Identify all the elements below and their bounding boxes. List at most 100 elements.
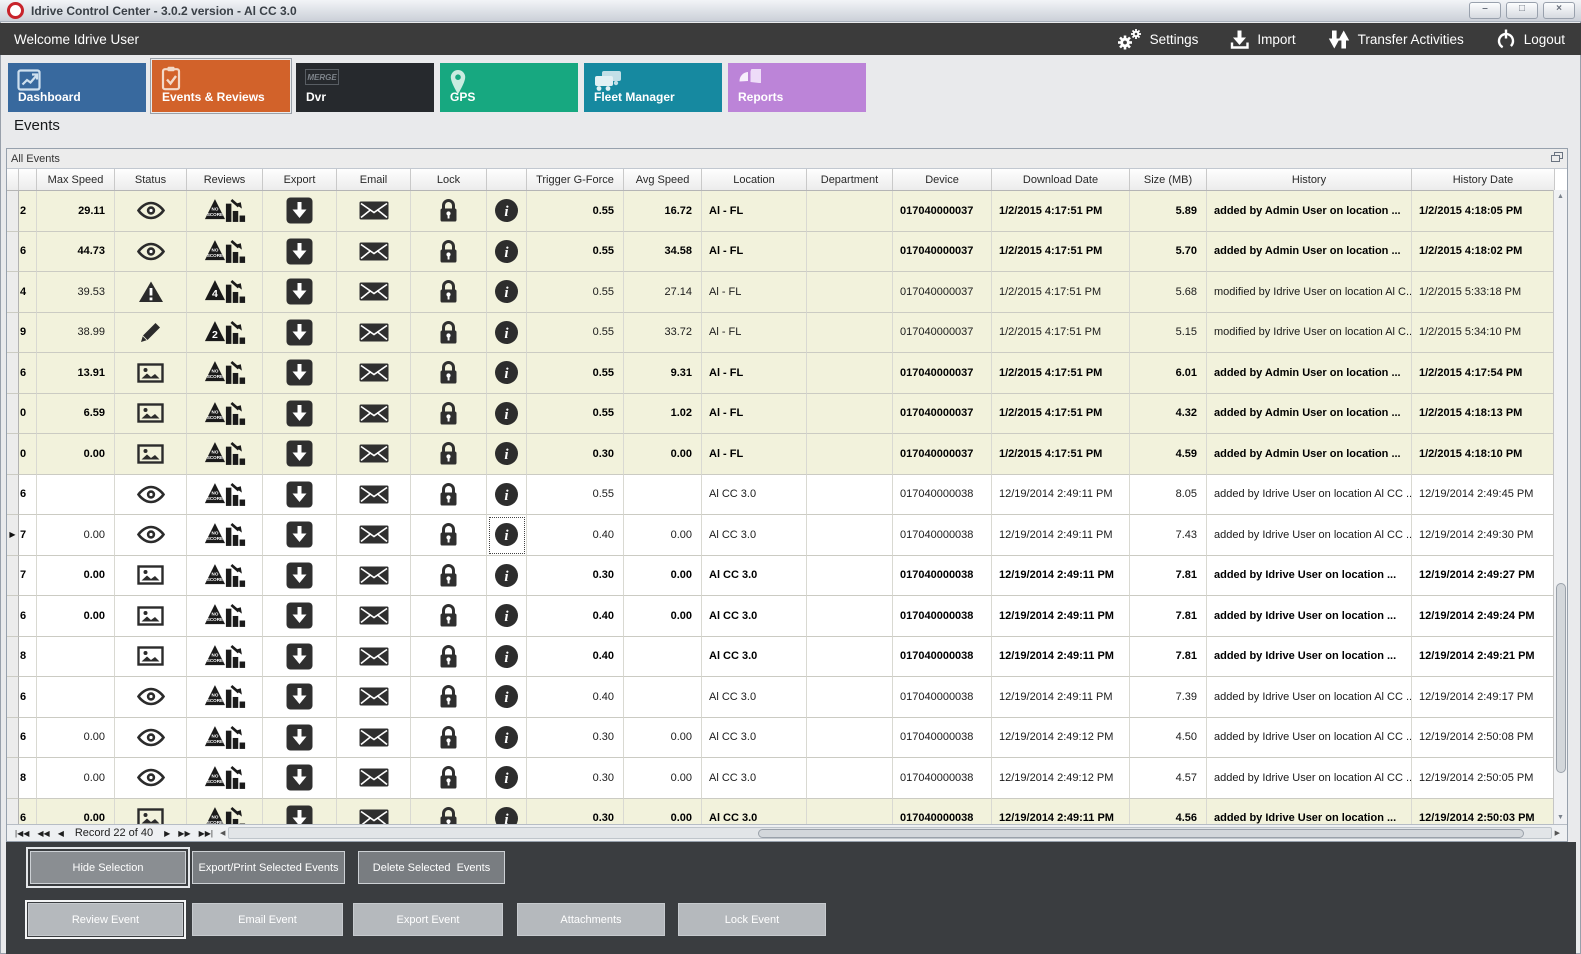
email-icon[interactable] — [359, 687, 389, 706]
first-record-button[interactable]: |◀◀ — [15, 829, 29, 838]
email-cell[interactable] — [337, 272, 411, 313]
reviews-cell[interactable]: 4 — [187, 272, 263, 313]
export-icon[interactable] — [286, 197, 313, 224]
vertical-scroll-thumb[interactable] — [1556, 583, 1566, 773]
export-icon[interactable] — [286, 724, 313, 751]
email-icon[interactable] — [359, 363, 389, 382]
info-cell[interactable]: i — [487, 799, 527, 826]
info-icon[interactable]: i — [494, 684, 519, 709]
table-row[interactable]: 8NOSCOREi0.40Al CC 3.001704000003812/19/… — [7, 637, 1555, 678]
export-print-selected-events-button[interactable]: Export/Print Selected Events — [192, 851, 345, 884]
lock-icon[interactable] — [438, 603, 459, 628]
email-cell[interactable] — [337, 353, 411, 394]
column-header-status[interactable]: Status — [115, 169, 187, 190]
email-cell[interactable] — [337, 434, 411, 475]
info-cell[interactable]: i — [487, 718, 527, 759]
column-header-size-mb[interactable]: Size (MB) — [1130, 169, 1207, 190]
email-icon[interactable] — [359, 282, 389, 301]
export-cell[interactable] — [263, 515, 337, 556]
email-event-button[interactable]: Email Event — [192, 903, 343, 936]
lock-event-button[interactable]: Lock Event — [678, 903, 826, 936]
lock-icon[interactable] — [438, 644, 459, 669]
info-icon[interactable]: i — [494, 806, 519, 825]
lock-cell[interactable] — [411, 232, 487, 273]
export-cell[interactable] — [263, 596, 337, 637]
lock-cell[interactable] — [411, 272, 487, 313]
lock-icon[interactable] — [438, 198, 459, 223]
column-header-lock[interactable]: Lock — [411, 169, 487, 190]
email-cell[interactable] — [337, 799, 411, 826]
review-score-icon[interactable]: NOSCORE — [204, 643, 246, 670]
export-cell[interactable] — [263, 394, 337, 435]
lock-icon[interactable] — [438, 279, 459, 304]
email-icon[interactable] — [359, 404, 389, 423]
lock-icon[interactable] — [438, 563, 459, 588]
review-score-icon[interactable]: NOSCORE — [204, 562, 246, 589]
lock-cell[interactable] — [411, 556, 487, 597]
email-icon[interactable] — [359, 444, 389, 463]
close-button[interactable]: × — [1543, 2, 1575, 19]
email-icon[interactable] — [359, 485, 389, 504]
import-button[interactable]: Import — [1230, 29, 1295, 50]
lock-cell[interactable] — [411, 434, 487, 475]
scroll-up-icon[interactable]: ▲ — [1554, 193, 1567, 200]
minimize-button[interactable]: – — [1469, 2, 1501, 19]
column-header-reviews[interactable]: Reviews — [187, 169, 263, 190]
reviews-cell[interactable]: NOSCORE — [187, 758, 263, 799]
float-panel-icon[interactable] — [1551, 152, 1563, 166]
lock-cell[interactable] — [411, 313, 487, 354]
info-icon[interactable]: i — [494, 239, 519, 264]
email-cell[interactable] — [337, 515, 411, 556]
info-cell[interactable]: i — [487, 434, 527, 475]
delete-selected-events-button[interactable]: Delete Selected Events — [358, 851, 505, 884]
lock-icon[interactable] — [438, 684, 459, 709]
info-cell[interactable]: i — [487, 596, 527, 637]
export-icon[interactable] — [286, 319, 313, 346]
horizontal-scroll-thumb[interactable] — [758, 829, 1524, 839]
review-score-icon[interactable]: NOSCORE — [204, 602, 246, 629]
hide-selection-button[interactable]: Hide Selection — [30, 851, 186, 884]
email-icon[interactable] — [359, 728, 389, 747]
reviews-cell[interactable]: NOSCORE — [187, 799, 263, 826]
lock-cell[interactable] — [411, 596, 487, 637]
reviews-cell[interactable]: NOSCORE — [187, 556, 263, 597]
info-icon[interactable]: i — [494, 482, 519, 507]
reviews-cell[interactable]: NOSCORE — [187, 475, 263, 516]
info-cell[interactable]: i — [487, 637, 527, 678]
review-score-icon[interactable]: NOSCORE — [204, 359, 246, 386]
reviews-cell[interactable]: 2 — [187, 313, 263, 354]
maximize-button[interactable]: □ — [1506, 2, 1538, 19]
email-icon[interactable] — [359, 566, 389, 585]
lock-icon[interactable] — [438, 765, 459, 790]
lock-icon[interactable] — [438, 522, 459, 547]
next-page-record-button[interactable]: ▶▶ — [178, 829, 190, 838]
info-cell[interactable]: i — [487, 758, 527, 799]
email-cell[interactable] — [337, 758, 411, 799]
review-event-button[interactable]: Review Event — [28, 903, 183, 936]
info-icon[interactable]: i — [494, 360, 519, 385]
tab-fleet-manager[interactable]: Fleet Manager — [584, 63, 722, 112]
email-icon[interactable] — [359, 323, 389, 342]
lock-cell[interactable] — [411, 191, 487, 232]
email-cell[interactable] — [337, 677, 411, 718]
reviews-cell[interactable]: NOSCORE — [187, 515, 263, 556]
column-header-trigger-g-force[interactable]: Trigger G-Force — [527, 169, 624, 190]
table-row[interactable]: 60.00NOSCOREi0.300.00Al CC 3.00170400000… — [7, 718, 1555, 759]
lock-cell[interactable] — [411, 353, 487, 394]
review-score-icon[interactable]: 4 — [204, 278, 246, 305]
export-icon[interactable] — [286, 643, 313, 670]
info-icon[interactable]: i — [494, 725, 519, 750]
export-icon[interactable] — [286, 805, 313, 825]
column-header-department[interactable]: Department — [807, 169, 893, 190]
table-row[interactable]: 938.992i0.5533.72Al - FL0170400000371/2/… — [7, 313, 1555, 354]
lock-icon[interactable] — [438, 725, 459, 750]
export-cell[interactable] — [263, 677, 337, 718]
info-icon[interactable]: i — [494, 603, 519, 628]
export-icon[interactable] — [286, 278, 313, 305]
prev-page-record-button[interactable]: ◀◀ — [37, 829, 49, 838]
table-row[interactable]: 06.59NOSCOREi0.551.02Al - FL017040000037… — [7, 394, 1555, 435]
reviews-cell[interactable]: NOSCORE — [187, 191, 263, 232]
review-score-icon[interactable]: NOSCORE — [204, 764, 246, 791]
column-header-history[interactable]: History — [1207, 169, 1412, 190]
prev-record-button[interactable]: ◀ — [58, 829, 64, 838]
